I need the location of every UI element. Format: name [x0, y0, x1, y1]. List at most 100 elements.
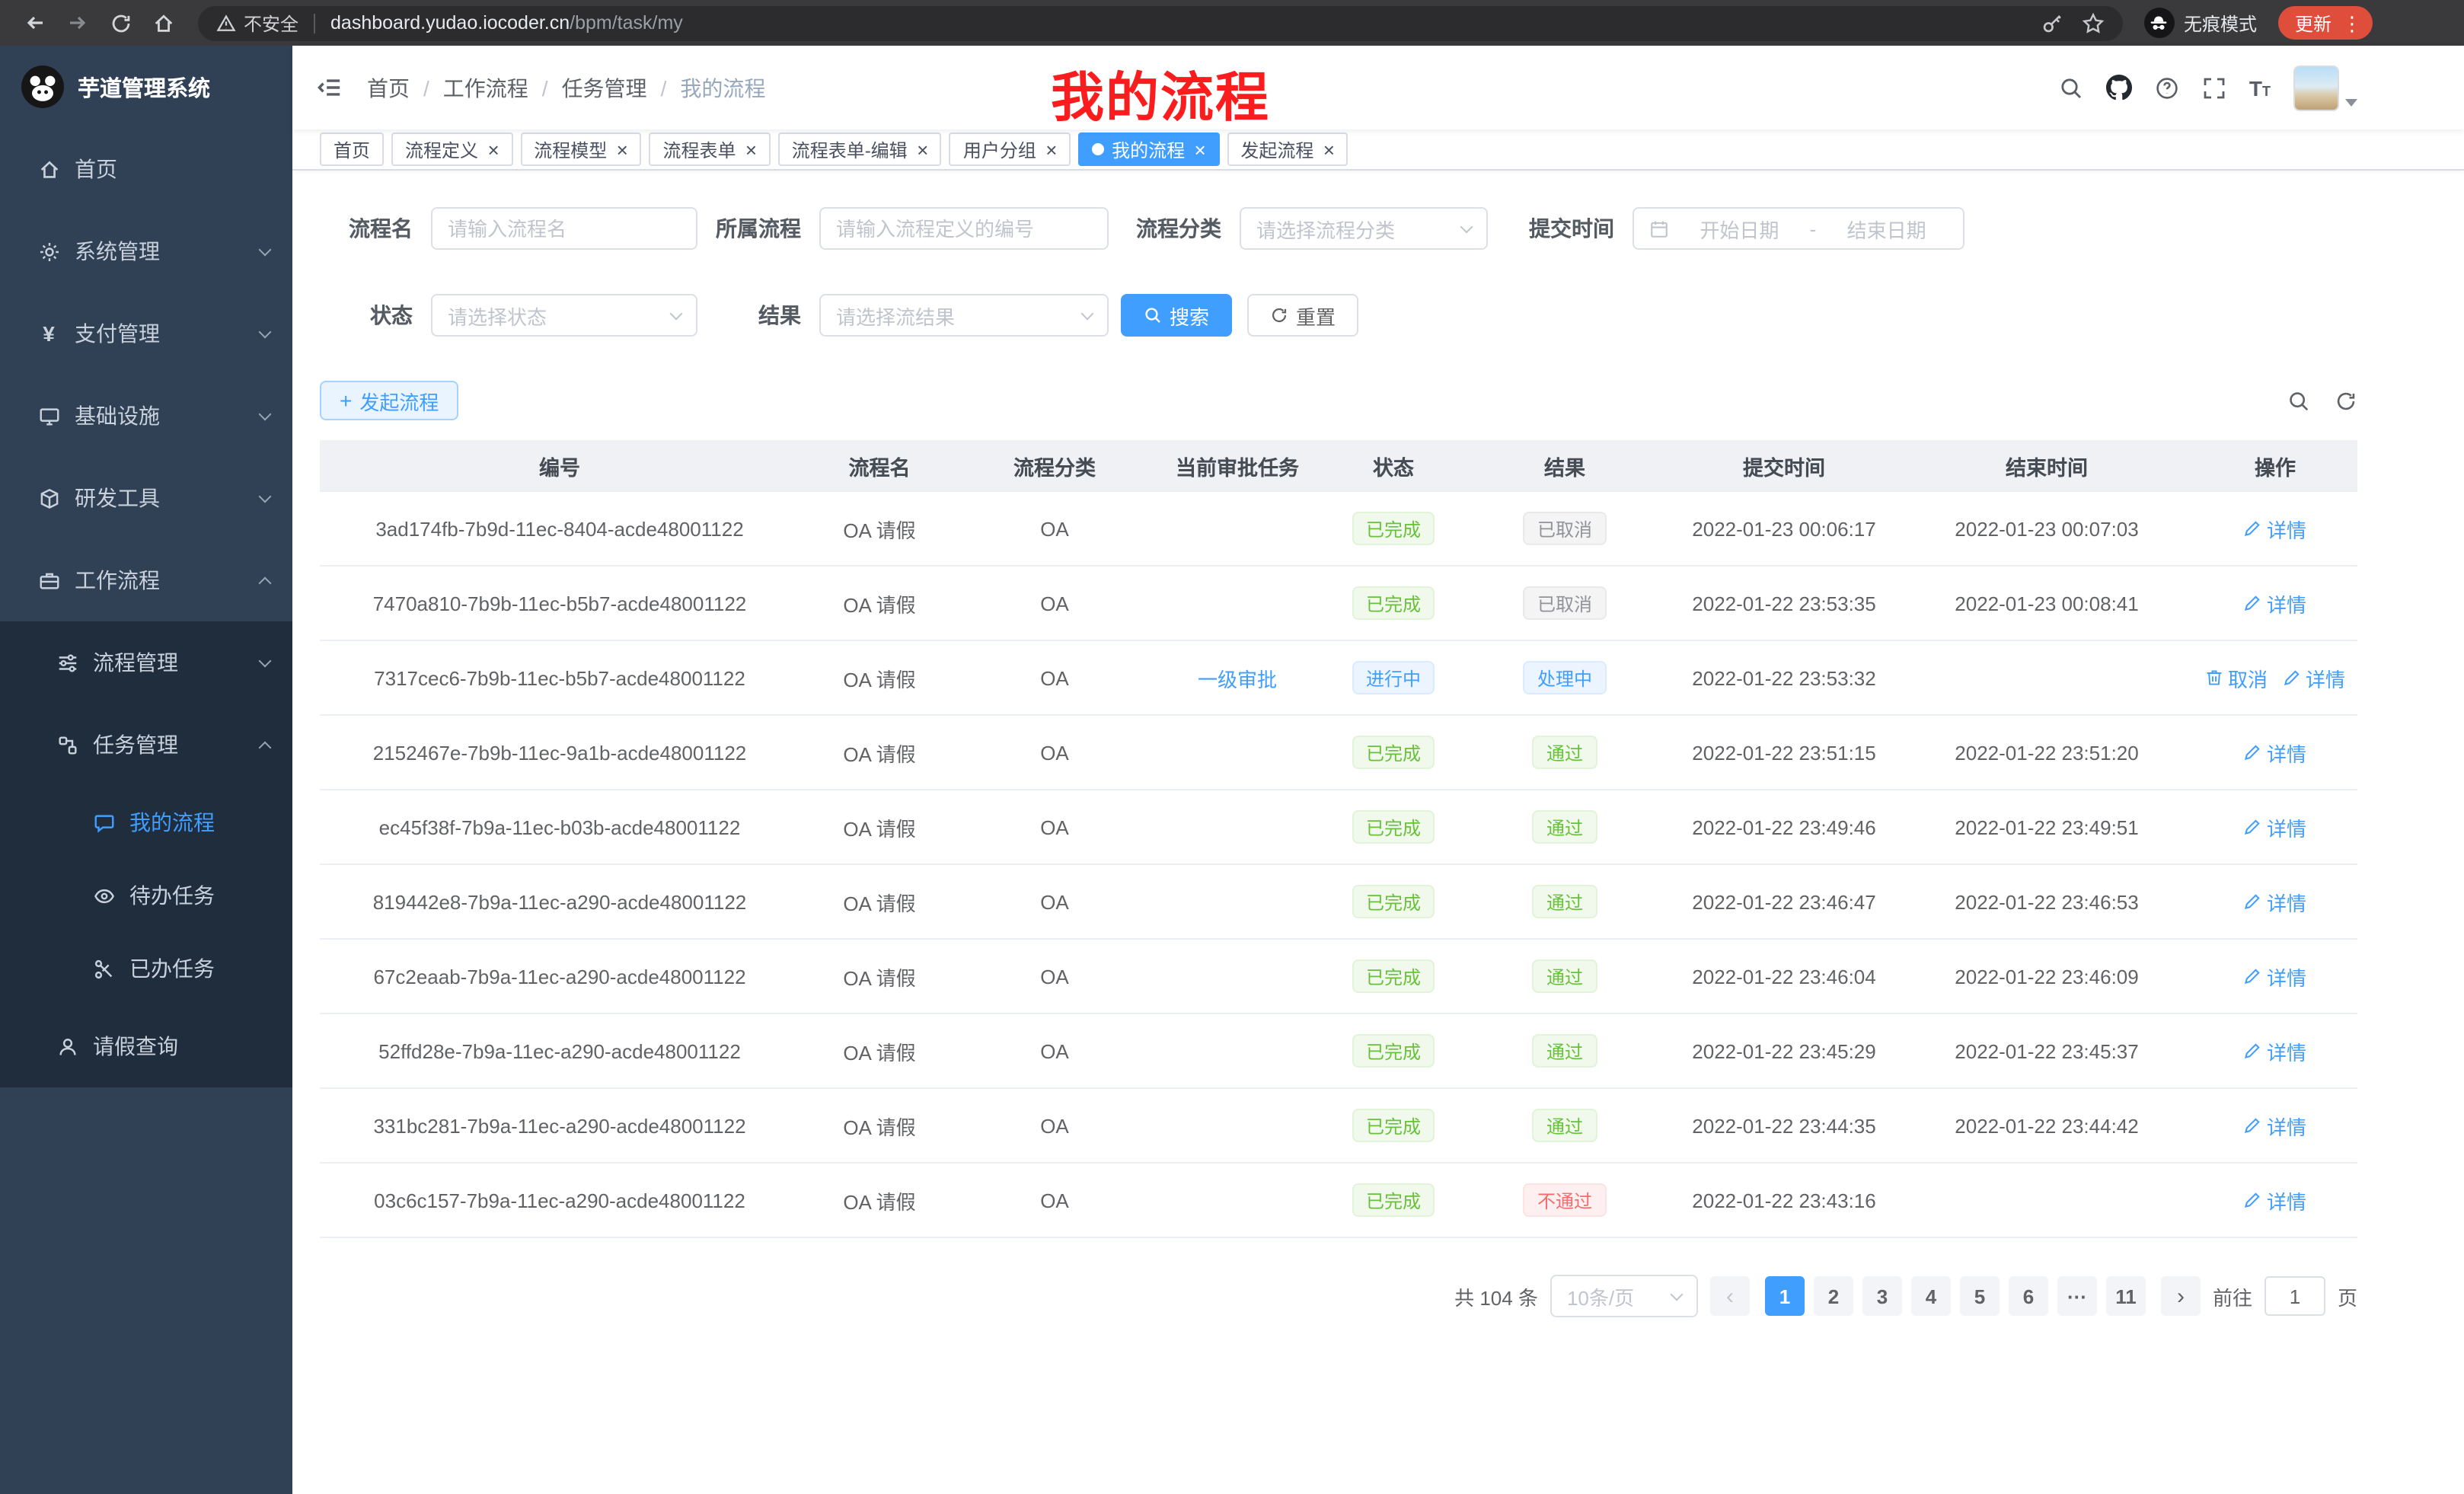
tab-item[interactable]: 流程表单× [649, 132, 770, 166]
tab-close-icon[interactable]: × [487, 139, 499, 159]
sidebar-item-done-tasks[interactable]: 已办任务 [0, 932, 292, 1005]
password-key-icon[interactable] [2041, 11, 2063, 34]
table-row: ec45f38f-7b9a-11ec-b03b-acde48001122OA 请… [320, 790, 2357, 865]
cell-category: OA [959, 865, 1150, 938]
sidebar-item-home[interactable]: 首页 [0, 128, 292, 210]
user-menu[interactable] [2293, 65, 2357, 110]
page-unit-label: 页 [2338, 1282, 2357, 1310]
tab-item[interactable]: 用户分组× [950, 132, 1071, 166]
detail-action-link[interactable]: 详情 [2244, 1036, 2306, 1065]
sidebar-item-devtools[interactable]: 研发工具 [0, 457, 292, 539]
sidebar-item-infrastructure[interactable]: 基础设施 [0, 375, 292, 457]
tabs-bar: 首页流程定义×流程模型×流程表单×流程表单-编辑×用户分组×我的流程×发起流程× [292, 129, 2464, 171]
tab-item[interactable]: 流程表单-编辑× [778, 132, 942, 166]
status-select[interactable]: 请选择状态 [431, 294, 697, 337]
table-row: 7317cec6-7b9b-11ec-b5b7-acde48001122OA 请… [320, 641, 2357, 716]
prev-page-button[interactable]: ‹ [1710, 1276, 1750, 1316]
tab-item[interactable]: 流程定义× [391, 132, 512, 166]
detail-action-link[interactable]: 详情 [2244, 1186, 2306, 1215]
back-icon[interactable] [15, 3, 55, 43]
page-size-select[interactable]: 10条/页 [1550, 1275, 1698, 1317]
cell-status: 已完成 [1325, 1014, 1462, 1087]
page-button[interactable]: 1 [1765, 1276, 1805, 1316]
github-icon[interactable] [2106, 75, 2132, 101]
sidebar-item-workflow[interactable]: 工作流程 [0, 539, 292, 621]
page-button[interactable]: 11 [2106, 1276, 2146, 1316]
security-chip[interactable]: 不安全 [216, 10, 298, 36]
tab-item[interactable]: 我的流程× [1078, 132, 1219, 166]
sidebar-item-todo-tasks[interactable]: 待办任务 [0, 859, 292, 932]
tab-close-icon[interactable]: × [1323, 139, 1334, 159]
font-size-icon[interactable]: TT [2249, 77, 2271, 98]
action-label: 详情 [2267, 962, 2306, 991]
result-tag: 已取消 [1524, 512, 1606, 545]
page-button[interactable]: 4 [1911, 1276, 1951, 1316]
result-select[interactable]: 请选择流结果 [819, 294, 1109, 337]
goto-page-input[interactable] [2265, 1276, 2325, 1316]
tab-item[interactable]: 首页 [320, 132, 384, 166]
tab-item[interactable]: 发起流程× [1227, 132, 1348, 166]
sidebar-item-payment[interactable]: ¥ 支付管理 [0, 292, 292, 375]
detail-action-link[interactable]: 详情 [2244, 962, 2306, 991]
tab-close-icon[interactable]: × [917, 139, 928, 159]
update-button[interactable]: 更新 ⋮ [2278, 6, 2373, 40]
home-icon [37, 157, 61, 181]
detail-action-link[interactable]: 详情 [2244, 812, 2306, 841]
chevron-down-icon [259, 654, 272, 667]
process-name-input[interactable] [431, 207, 697, 250]
tab-close-icon[interactable]: × [616, 139, 627, 159]
sidebar-item-task-management[interactable]: 任务管理 [0, 704, 292, 786]
tab-item[interactable]: 流程模型× [520, 132, 641, 166]
page-button[interactable]: 3 [1862, 1276, 1902, 1316]
table-refresh-icon[interactable] [2335, 389, 2357, 412]
cell-submit: 2022-01-22 23:46:47 [1668, 865, 1901, 938]
home-icon[interactable] [143, 3, 183, 43]
current-task-link[interactable]: 一级审批 [1198, 663, 1277, 692]
page-button[interactable]: 2 [1814, 1276, 1853, 1316]
detail-action-link[interactable]: 详情 [2244, 589, 2306, 618]
detail-action-link[interactable]: 详情 [2244, 887, 2306, 916]
detail-action-link[interactable]: 详情 [2244, 738, 2306, 767]
tab-close-icon[interactable]: × [1045, 139, 1057, 159]
detail-action-link[interactable]: 详情 [2244, 514, 2306, 543]
search-toggle-icon[interactable] [2287, 389, 2310, 412]
cancel-action-link[interactable]: 取消 [2205, 663, 2268, 692]
reset-button[interactable]: 重置 [1247, 294, 1358, 337]
page-button[interactable]: 6 [2009, 1276, 2048, 1316]
browser-menu-dots-icon[interactable]: ⋮ [2342, 13, 2362, 33]
search-button[interactable]: 搜索 [1121, 294, 1232, 337]
submit-time-range-picker[interactable]: 开始日期 - 结束日期 [1633, 207, 1964, 250]
sidebar-item-process-management[interactable]: 流程管理 [0, 621, 292, 704]
forward-icon[interactable] [58, 3, 97, 43]
cell-end [1901, 1164, 2193, 1237]
cell-name: OA 请假 [800, 641, 959, 714]
hamburger-icon[interactable] [317, 75, 343, 101]
tab-close-icon[interactable]: × [745, 139, 757, 159]
bookmark-star-icon[interactable] [2082, 11, 2105, 34]
table-row: 2152467e-7b9b-11ec-9a1b-acde48001122OA 请… [320, 716, 2357, 790]
avatar[interactable] [2293, 65, 2339, 110]
sidebar-item-leave-query[interactable]: 请假查询 [0, 1005, 292, 1087]
page-button[interactable]: 5 [1960, 1276, 2000, 1316]
tab-close-icon[interactable]: × [1194, 139, 1205, 159]
address-bar[interactable]: 不安全 dashboard.yudao.iocoder.cn/bpm/task/… [198, 5, 2123, 40]
reload-icon[interactable] [101, 3, 140, 43]
breadcrumb-item[interactable]: 任务管理 [562, 72, 647, 103]
sidebar-item-my-process[interactable]: 我的流程 [0, 786, 292, 859]
category-select[interactable]: 请选择流程分类 [1240, 207, 1488, 250]
fullscreen-icon[interactable] [2202, 75, 2226, 100]
search-icon[interactable] [2059, 75, 2083, 100]
process-def-input[interactable] [819, 207, 1109, 250]
chevron-down-icon [259, 407, 272, 420]
help-icon[interactable] [2155, 75, 2179, 100]
breadcrumb-item[interactable]: 首页 [367, 72, 410, 103]
sidebar-item-system[interactable]: 系统管理 [0, 210, 292, 292]
breadcrumb-item[interactable]: 工作流程 [443, 72, 528, 103]
detail-action-link[interactable]: 详情 [2244, 1111, 2306, 1140]
detail-action-link[interactable]: 详情 [2283, 663, 2345, 692]
create-process-button[interactable]: + 发起流程 [320, 381, 458, 420]
edit-icon [2244, 818, 2262, 836]
cell-end: 2022-01-22 23:44:42 [1901, 1089, 2193, 1162]
next-page-button[interactable]: › [2161, 1276, 2201, 1316]
page-more-button[interactable]: ··· [2057, 1276, 2097, 1316]
